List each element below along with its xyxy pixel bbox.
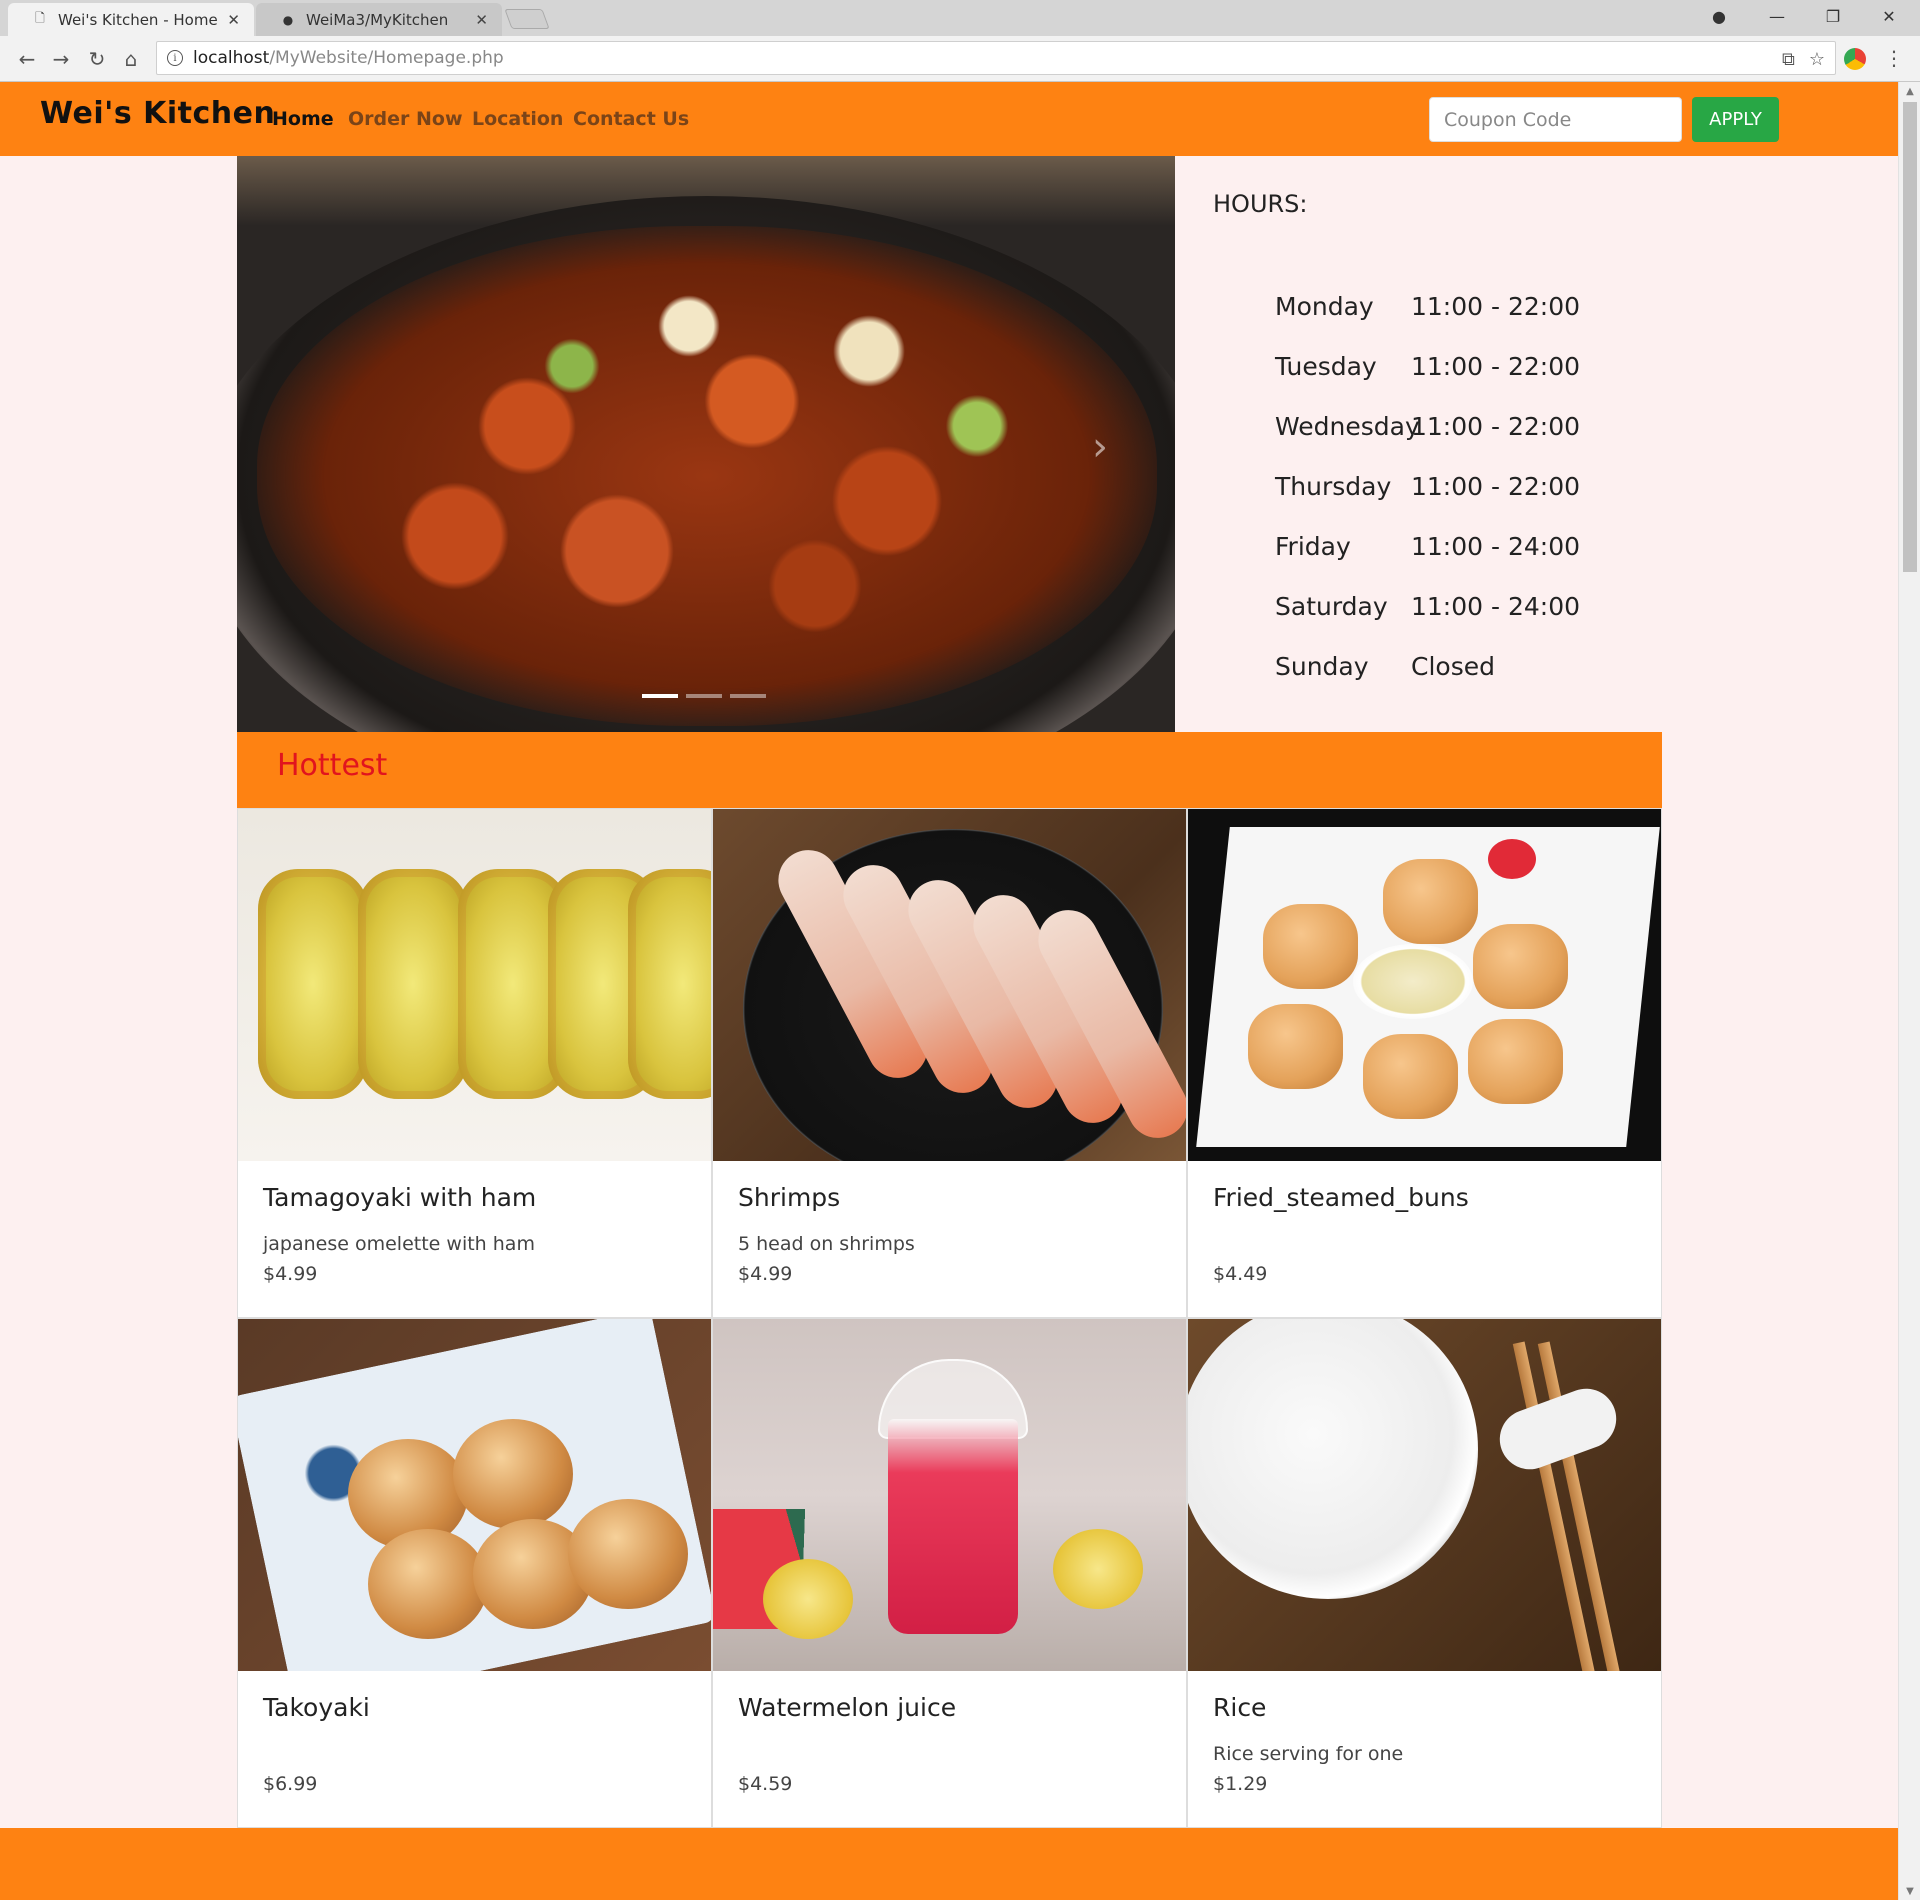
- hours-day: Thursday: [1275, 472, 1392, 501]
- menu-icon[interactable]: ⋮: [1884, 46, 1904, 70]
- close-icon[interactable]: ✕: [227, 11, 240, 29]
- dish-name: Tamagoyaki with ham: [263, 1183, 537, 1212]
- dish-name: Rice: [1213, 1693, 1267, 1722]
- dish-description: 5 head on shrimps: [738, 1233, 915, 1255]
- brand-logo[interactable]: Wei's Kitchen: [40, 96, 275, 131]
- reload-icon[interactable]: ↻: [82, 44, 112, 74]
- hours-time: Closed: [1411, 652, 1495, 681]
- nav-link-location[interactable]: Location: [472, 108, 563, 130]
- browser-tab-github[interactable]: ● WeiMa3/MyKitchen ✕: [256, 3, 502, 36]
- hours-day: Sunday: [1275, 652, 1369, 681]
- scroll-down-icon[interactable]: ▼: [1899, 1882, 1920, 1900]
- dish-price: $6.99: [263, 1773, 318, 1795]
- dish-price: $4.59: [738, 1773, 793, 1795]
- profile-icon[interactable]: ●: [1696, 0, 1742, 32]
- page-scrollbar[interactable]: ▲ ▼: [1898, 82, 1920, 1900]
- carousel-indicator[interactable]: [730, 694, 766, 698]
- menu-card-rice[interactable]: Rice Rice serving for one $1.29: [1187, 1318, 1662, 1828]
- nav-link-order-now[interactable]: Order Now: [348, 108, 463, 130]
- dish-price: $4.99: [263, 1263, 318, 1285]
- extension-icon[interactable]: [1844, 48, 1866, 70]
- hours-day: Monday: [1275, 292, 1374, 321]
- menu-card-takoyaki[interactable]: Takoyaki $6.99: [237, 1318, 712, 1828]
- dish-image: [238, 809, 711, 1161]
- carousel-indicators: [642, 694, 766, 698]
- hottest-title: Hottest: [277, 748, 388, 783]
- restore-icon[interactable]: ❐: [1810, 0, 1856, 32]
- github-icon: ●: [282, 12, 294, 27]
- translate-icon[interactable]: ⧉: [1782, 49, 1795, 70]
- dish-name: Fried_steamed_buns: [1213, 1183, 1469, 1212]
- site-footer: [0, 1828, 1898, 1900]
- scrollbar-thumb[interactable]: [1903, 102, 1917, 572]
- hours-day: Tuesday: [1275, 352, 1377, 381]
- close-icon[interactable]: ✕: [475, 11, 488, 29]
- hours-time: 11:00 - 22:00: [1411, 472, 1581, 501]
- opening-hours: HOURS: Monday 11:00 - 22:00 Tuesday 11:0…: [1175, 156, 1662, 732]
- hours-time: 11:00 - 24:00: [1411, 532, 1581, 561]
- browser-toolbar: ← → ↻ ⌂ i localhost /MyWebsite/Homepage.…: [0, 36, 1920, 82]
- address-bar[interactable]: i localhost /MyWebsite/Homepage.php ⧉ ☆: [156, 41, 1836, 75]
- menu-card-tamagoyaki[interactable]: Tamagoyaki with ham japanese omelette wi…: [237, 808, 712, 1318]
- nav-link-contact-us[interactable]: Contact Us: [573, 108, 689, 130]
- new-tab-button[interactable]: [504, 9, 550, 29]
- info-icon[interactable]: i: [167, 50, 183, 66]
- scroll-up-icon[interactable]: ▲: [1899, 82, 1920, 100]
- coupon-code-input[interactable]: [1429, 97, 1682, 142]
- url-host: localhost: [193, 48, 270, 68]
- minimize-icon[interactable]: —: [1754, 0, 1800, 32]
- hottest-header: Hottest: [237, 732, 1662, 808]
- dish-price: $4.99: [738, 1263, 793, 1285]
- hero-carousel[interactable]: ›: [237, 156, 1175, 732]
- dish-description: Rice serving for one: [1213, 1743, 1404, 1765]
- hours-time: 11:00 - 22:00: [1411, 292, 1581, 321]
- tab-label: Wei's Kitchen - Home: [58, 10, 218, 29]
- dish-image: [238, 1319, 711, 1671]
- hours-day: Wednesday: [1275, 412, 1420, 441]
- carousel-indicator[interactable]: [686, 694, 722, 698]
- site-navbar: Wei's Kitchen Home Order Now Location Co…: [0, 82, 1898, 156]
- dish-name: Shrimps: [738, 1183, 841, 1212]
- menu-card-watermelon-juice[interactable]: Watermelon juice $4.59: [712, 1318, 1187, 1828]
- bookmark-star-icon[interactable]: ☆: [1809, 49, 1825, 70]
- tab-label: WeiMa3/MyKitchen: [306, 10, 449, 29]
- dish-name: Watermelon juice: [738, 1693, 957, 1722]
- dish-price: $1.29: [1213, 1773, 1268, 1795]
- apply-button[interactable]: APPLY: [1692, 97, 1779, 142]
- carousel-next-icon[interactable]: ›: [1092, 424, 1108, 470]
- back-icon[interactable]: ←: [12, 44, 42, 74]
- browser-tabstrip: 🗋 Wei's Kitchen - Home ✕ ● WeiMa3/MyKitc…: [0, 0, 1920, 36]
- dish-price: $4.49: [1213, 1263, 1268, 1285]
- browser-tab-home[interactable]: 🗋 Wei's Kitchen - Home ✕: [8, 3, 254, 36]
- page-viewport: Wei's Kitchen Home Order Now Location Co…: [0, 82, 1898, 1900]
- carousel-indicator[interactable]: [642, 694, 678, 698]
- carousel-food-image: [257, 226, 1157, 726]
- menu-card-fried-buns[interactable]: Fried_steamed_buns $4.49: [1187, 808, 1662, 1318]
- dish-name: Takoyaki: [263, 1693, 370, 1722]
- hours-title: HOURS:: [1213, 190, 1308, 218]
- hours-time: 11:00 - 22:00: [1411, 352, 1581, 381]
- hours-time: 11:00 - 22:00: [1411, 412, 1581, 441]
- forward-icon[interactable]: →: [46, 44, 76, 74]
- menu-card-shrimps[interactable]: Shrimps 5 head on shrimps $4.99: [712, 808, 1187, 1318]
- page-icon: 🗋: [35, 11, 45, 25]
- close-window-icon[interactable]: ✕: [1866, 0, 1912, 32]
- dish-image: [1188, 1319, 1661, 1671]
- dish-image: [1188, 809, 1661, 1161]
- hours-time: 11:00 - 24:00: [1411, 592, 1581, 621]
- nav-link-home[interactable]: Home: [272, 108, 334, 130]
- home-icon[interactable]: ⌂: [116, 44, 146, 74]
- url-path: /MyWebsite/Homepage.php: [269, 48, 504, 68]
- hours-day: Friday: [1275, 532, 1351, 561]
- dish-image: [713, 809, 1186, 1161]
- hours-day: Saturday: [1275, 592, 1388, 621]
- dish-image: [713, 1319, 1186, 1671]
- dish-description: japanese omelette with ham: [263, 1233, 535, 1255]
